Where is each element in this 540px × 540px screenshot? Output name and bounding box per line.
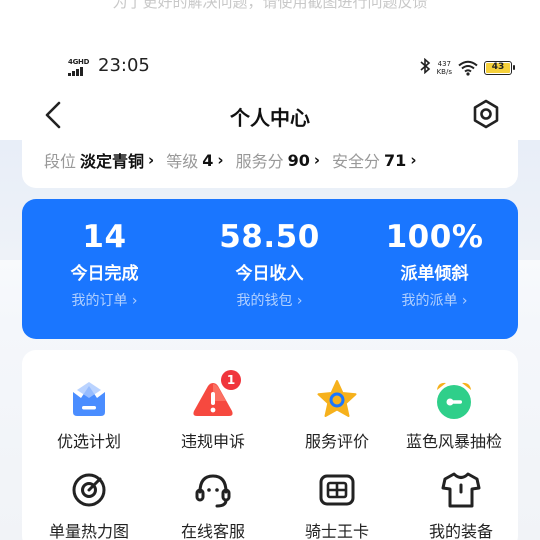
status-time: 23:05 [98,55,150,76]
status-bar: 4GHD 23:05 437 KB/s 43 [0,52,540,82]
chevron-right-icon: › [410,151,417,169]
nav-bar: 个人中心 [0,92,540,138]
hexagon-settings-icon [473,99,499,129]
menu-item-violation-appeal[interactable]: 1 违规申诉 [151,370,275,452]
rank-level[interactable]: 等级 4 › [166,148,223,172]
menu-item-blue-storm-check[interactable]: 蓝色风暴抽检 [392,378,516,452]
stat-today-income[interactable]: 58.50 今日收入 我的钱包 › [187,199,352,310]
menu-item-online-support[interactable]: 在线客服 [151,468,275,540]
tshirt-icon [439,468,483,512]
rank-tier[interactable]: 段位 淡定青铜 › [44,148,154,172]
headset-icon [191,468,235,512]
my-dispatch-link[interactable]: 我的派单 › [352,290,517,310]
page-title: 个人中心 [230,106,310,130]
menu-item-knight-card[interactable]: 骑士王卡 [275,468,399,540]
rank-service-score[interactable]: 服务分 90 › [236,148,320,172]
stat-label: 派单倾斜 [400,264,469,284]
stats-card: 14 今日完成 我的订单 › 58.50 今日收入 我的钱包 › 100% 派单… [22,199,518,339]
rank-safety-score[interactable]: 安全分 71 › [332,148,416,172]
chevron-right-icon: › [148,151,155,169]
feedback-hint: 为了更好的解决问题，请使用截图进行问题反馈 [112,0,428,11]
star-icon [315,378,359,422]
stat-label: 今日收入 [235,264,304,284]
crown-icon [67,378,111,422]
chevron-right-icon: › [313,151,321,169]
stat-dispatch-boost[interactable]: 100% 派单倾斜 我的派单 › [352,199,517,310]
bluetooth-icon [419,57,431,78]
network-type: 4GHD [68,58,90,66]
menu-item-order-heatmap[interactable]: 单量热力图 [27,468,151,540]
sim-card-icon [315,468,359,512]
stat-today-completed[interactable]: 14 今日完成 我的订单 › [22,199,187,310]
wifi-icon [458,60,478,76]
menu-item-my-equipment[interactable]: 我的装备 [399,468,523,540]
my-wallet-link[interactable]: 我的钱包 › [187,290,352,310]
menu-item-service-rating[interactable]: 服务评价 [275,378,399,452]
stat-value: 14 [82,219,127,255]
menu-item-preferred-plan[interactable]: 优选计划 [27,378,151,452]
settings-button[interactable] [470,98,502,130]
stat-value: 58.50 [219,219,320,255]
alarm-clock-icon [432,378,476,422]
stat-value: 100% [385,219,484,255]
warning-icon: 1 [191,370,241,422]
network-speed: 437 KB/s [436,60,452,76]
my-orders-link[interactable]: 我的订单 › [22,290,187,310]
rank-card: 段位 淡定青铜 › 等级 4 › 服务分 90 › 安全分 71 › [22,140,518,188]
chevron-right-icon: › [217,151,224,169]
heatmap-icon [67,468,111,512]
menu-card: 优选计划 1 违规申诉 服务评价 蓝色风暴抽检 单量热力图 在线客服 骑士王卡 … [22,350,518,540]
signal-icon: 4GHD [66,58,94,76]
stat-label: 今日完成 [70,264,139,284]
notification-badge: 1 [221,370,241,390]
battery-icon: 43 [484,61,515,75]
